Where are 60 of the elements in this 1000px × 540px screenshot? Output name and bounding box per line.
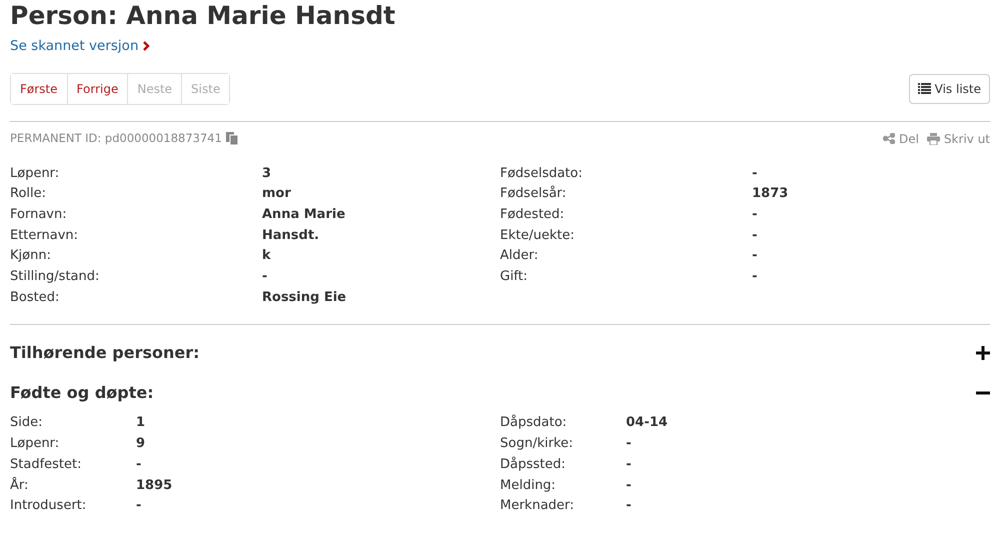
field-label: Ekte/uekte: [500,226,576,245]
field-value: 3 [262,164,272,182]
field-label: Kjønn: [10,247,52,266]
pager-button[interactable]: Første [11,74,68,104]
field-value: mor [262,185,291,204]
field-value: 1 [136,414,146,432]
field-label: Løpenr: [10,164,60,182]
field-label: Løpenr: [10,435,60,454]
printer-icon [926,132,940,144]
field-value: - [752,268,758,286]
share-link[interactable]: Del [882,130,919,148]
copy-icon[interactable] [226,132,238,145]
field-label: Etternavn: [10,226,80,245]
field-value: - [626,435,632,454]
field-value: - [136,456,142,474]
permanent-id: PERMANENT ID: pd00000018873741 [10,130,222,147]
field-label: Rolle: [10,185,48,204]
scan-link[interactable]: Se skannet versjon [10,36,150,56]
field-label: Introdusert: [10,497,88,516]
field-value: - [752,206,758,224]
field-value: 1895 [136,476,172,495]
field-label: Sogn/kirke: [500,435,574,454]
field-label: Merknader: [500,497,576,516]
field-label: År: [10,476,30,495]
field-label: Fornavn: [10,206,68,224]
field-label: Melding: [500,476,557,495]
section-heading: Tilhørende personer: [10,342,200,364]
share-icon [882,133,895,144]
field-value: - [752,226,758,245]
field-label: Fødselsdato: [500,164,584,182]
field-value: - [626,497,632,516]
print-link[interactable]: Skriv ut [926,130,990,148]
field-label: Fødselsår: [500,184,568,204]
list-icon [918,83,931,94]
field-value: Rossing Eie [262,288,346,307]
field-label: Bosted: [10,288,60,307]
field-value: - [626,456,632,474]
field-value: 9 [136,435,146,454]
field-value: Hansdt. [262,226,320,245]
field-value: - [262,268,268,286]
field-value: - [752,164,758,182]
field-label: Gift: [500,268,529,286]
page-title: Person: Anna Marie Hansdt [10,0,396,32]
field-value: 1873 [752,185,788,204]
field-label: Stadfestet: [10,456,82,474]
field-value: - [626,476,632,495]
field-value: - [136,497,142,516]
field-label: Dåpsdato: [500,414,568,432]
field-value: - [752,247,758,266]
field-label: Alder: [500,247,540,266]
field-label: Dåpssted: [500,456,567,474]
field-label: Stilling/stand: [10,268,100,286]
field-label: Side: [10,414,44,432]
field-value: k [262,247,271,266]
field-value: Anna Marie [262,206,346,224]
section-heading: Fødte og døpte: [10,382,154,404]
list-button[interactable]: Vis liste [908,74,990,104]
chevron-icon [142,41,150,52]
field-label: Fødested: [500,206,566,224]
field-value: 04-14 [626,414,668,432]
